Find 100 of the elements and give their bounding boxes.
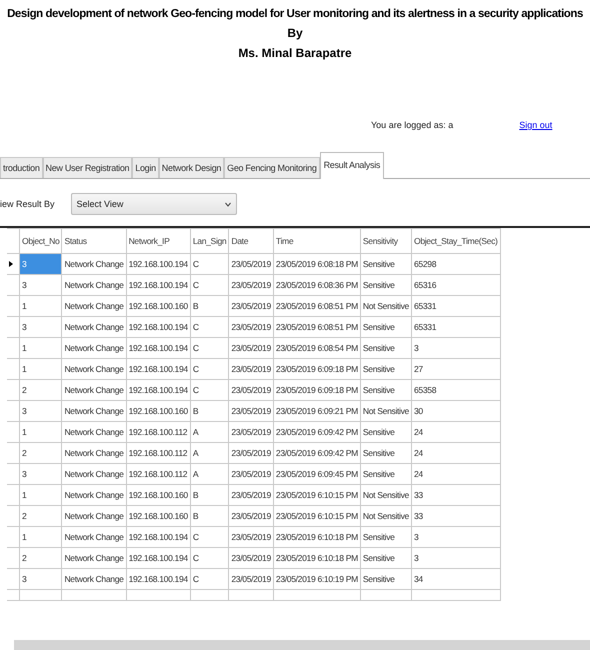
table-cell: 23/05/2019 6:09:18 PM — [273, 358, 360, 380]
table-cell: Sensitive — [360, 526, 412, 548]
table-cell: 23/05/2019 6:10:19 PM — [273, 568, 360, 590]
table-cell: 65316 — [411, 274, 500, 296]
table-cell: 3 — [411, 548, 500, 568]
table-cell: 3 — [20, 254, 62, 274]
byline: By — [287, 26, 303, 40]
table-cell: C — [190, 380, 229, 400]
table-cell: B — [190, 506, 229, 526]
table-cell: Network Change — [62, 442, 126, 464]
table-cell: 23/05/2019 6:10:18 PM — [273, 526, 360, 548]
table-cell: Network Change — [62, 484, 126, 506]
table-cell: Network Change — [62, 400, 126, 422]
table-cell: Network Change — [62, 464, 126, 484]
table-cell: 23/05/2019 — [228, 316, 274, 338]
table-cell: Sensitive — [360, 464, 412, 484]
table-cell: C — [190, 568, 229, 590]
table-cell: 192.168.100.160 — [126, 484, 190, 506]
tab[interactable]: Result Analysis — [320, 152, 384, 179]
table-cell: C — [190, 254, 229, 274]
table-cell: 192.168.100.112 — [126, 422, 190, 442]
table-cell: 1 — [20, 296, 62, 316]
table-cell: B — [190, 400, 229, 422]
table-cell: Not Sensitive — [360, 484, 412, 506]
table-cell: 23/05/2019 — [228, 380, 274, 400]
column-header: Status — [62, 228, 126, 254]
table-cell: Not Sensitive — [360, 400, 412, 422]
table-cell: 23/05/2019 6:09:18 PM — [273, 380, 360, 400]
table-cell: Sensitive — [360, 316, 412, 338]
tab[interactable]: New User Registration — [42, 157, 132, 178]
logged-in-text: You are logged as: a — [371, 120, 454, 130]
table-cell: 2 — [20, 442, 62, 464]
table-cell: 23/05/2019 6:09:21 PM — [273, 400, 360, 422]
table-cell: 23/05/2019 — [228, 464, 274, 484]
table-cell: 3 — [20, 274, 62, 296]
table-cell: 24 — [411, 422, 500, 442]
table-cell: Network Change — [62, 380, 126, 400]
horizontal-scrollbar[interactable] — [14, 640, 590, 650]
table-cell: 192.168.100.160 — [126, 296, 190, 316]
table-cell: A — [190, 422, 229, 442]
table-cell: 23/05/2019 — [228, 338, 274, 358]
table-cell: 23/05/2019 6:09:42 PM — [273, 442, 360, 464]
table-cell: 30 — [411, 400, 500, 422]
table-cell: 23/05/2019 6:08:36 PM — [273, 274, 360, 296]
table-cell: Network Change — [62, 274, 126, 296]
table-cell: 3 — [20, 464, 62, 484]
table-cell: Network Change — [62, 568, 126, 590]
table-cell: 23/05/2019 — [228, 358, 274, 380]
table-cell: Network Change — [62, 358, 126, 380]
table-cell: 192.168.100.194 — [126, 338, 190, 358]
table-cell: 23/05/2019 6:10:15 PM — [273, 484, 360, 506]
table-cell: 27 — [411, 358, 500, 380]
table-cell: 192.168.100.112 — [126, 464, 190, 484]
table-cell: 34 — [411, 568, 500, 590]
table-cell: 1 — [20, 338, 62, 358]
table-cell: C — [190, 338, 229, 358]
table-cell: 192.168.100.194 — [126, 358, 190, 380]
table-cell: 23/05/2019 6:08:51 PM — [273, 296, 360, 316]
table-cell: B — [190, 296, 229, 316]
table-cell: 1 — [20, 358, 62, 380]
tab[interactable]: Login — [132, 157, 159, 178]
table-cell: 65298 — [411, 254, 500, 274]
table-cell: C — [190, 548, 229, 568]
table-cell: C — [190, 526, 229, 548]
column-header: Network_IP — [126, 228, 190, 254]
table-cell: 192.168.100.194 — [126, 568, 190, 590]
table-cell: Network Change — [62, 526, 126, 548]
table-cell: 65331 — [411, 316, 500, 338]
table-cell: 23/05/2019 — [228, 296, 274, 316]
tab[interactable]: troduction — [0, 157, 43, 178]
table-cell: 23/05/2019 — [228, 548, 274, 568]
table-cell: B — [190, 484, 229, 506]
table-cell: 65331 — [411, 296, 500, 316]
table-cell: Network Change — [62, 548, 126, 568]
table-cell: 1 — [20, 526, 62, 548]
table-cell: Sensitive — [360, 548, 412, 568]
table-cell: 192.168.100.194 — [126, 526, 190, 548]
sign-out-link[interactable]: Sign out — [519, 120, 552, 130]
tab[interactable]: Geo Fencing Monitoring — [224, 157, 320, 178]
table-cell: 192.168.100.194 — [126, 254, 190, 274]
table-cell: A — [190, 464, 229, 484]
view-label: iew Result By — [0, 199, 55, 209]
table-cell: 23/05/2019 — [228, 254, 274, 274]
table-cell: C — [190, 274, 229, 296]
table-cell: 3 — [411, 338, 500, 358]
column-header: Time — [273, 228, 360, 254]
table-cell: 23/05/2019 — [228, 442, 274, 464]
table-cell: 33 — [411, 506, 500, 526]
table-cell: 23/05/2019 — [228, 484, 274, 506]
table-cell: 23/05/2019 — [228, 274, 274, 296]
table-cell: 23/05/2019 — [228, 400, 274, 422]
view-dropdown[interactable]: Select View — [70, 193, 237, 215]
column-header: Object_No — [20, 228, 62, 254]
column-header: Date — [228, 228, 274, 254]
table-cell: A — [190, 442, 229, 464]
table-cell: Sensitive — [360, 274, 412, 296]
column-header: Lan_Sign — [190, 228, 229, 254]
tab[interactable]: Network Design — [158, 157, 224, 178]
table-cell: 3 — [20, 568, 62, 590]
table-cell: Not Sensitive — [360, 296, 412, 316]
